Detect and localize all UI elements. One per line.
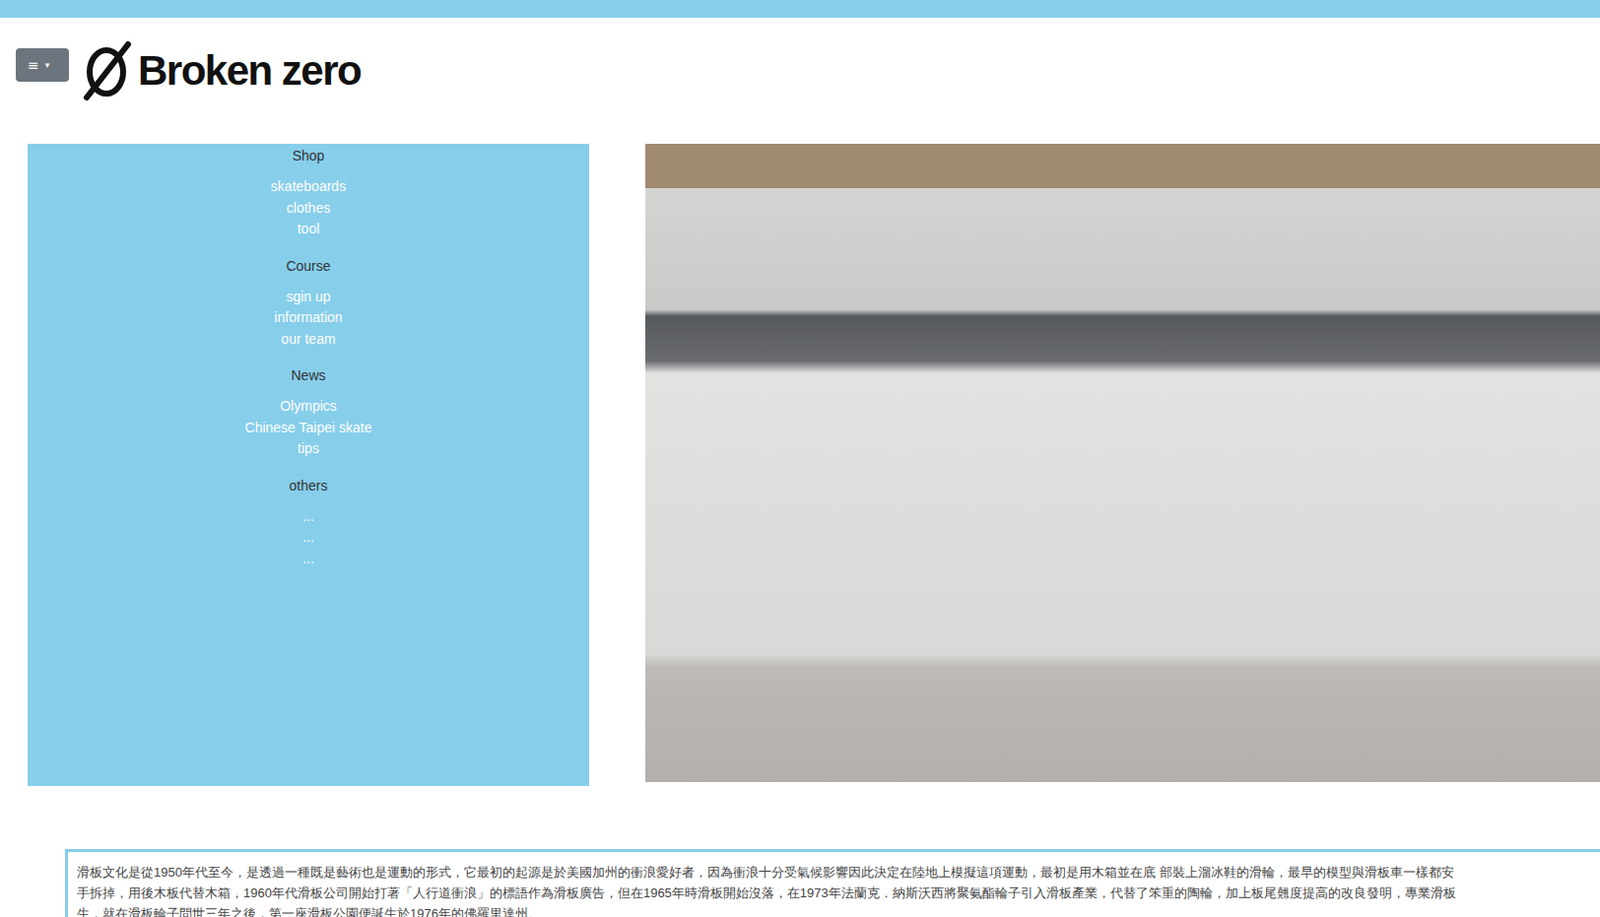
sidebar-item[interactable]: our team xyxy=(280,329,335,351)
header: ≡▾Broken zero xyxy=(0,17,1600,87)
sidebar-heading: News xyxy=(290,365,326,386)
menu-icon: ≡ xyxy=(27,57,40,73)
sidebar-item[interactable]: Olympics xyxy=(279,396,337,418)
article-line: 滑板文化是從1950年代至今，是透過一種既是藝術也是運動的形式，它最初的起源是於… xyxy=(76,862,1600,883)
sidebar-item[interactable]: sgin up xyxy=(285,286,331,309)
caret-icon: ▾ xyxy=(45,60,51,70)
sidebar-items: skateboardsclothestool xyxy=(270,176,346,241)
sidebar-item[interactable]: ... xyxy=(302,527,315,549)
sidebar-item[interactable]: Chinese Taipei skate xyxy=(245,417,373,440)
sidebar-heading: Course xyxy=(285,256,331,276)
brand-name: Broken zero xyxy=(137,47,361,95)
sidebar: Shop skateboardsclothestool Course sgin upi… xyxy=(27,143,590,787)
sidebar-section: News OlympicsChinese Taipei skatetips xyxy=(245,365,373,461)
sidebar-item[interactable]: information xyxy=(273,307,342,330)
sidebar-item[interactable]: skateboards xyxy=(270,176,346,199)
sidebar-items: sgin upinformationour team xyxy=(273,286,342,351)
sidebar-heading: others xyxy=(289,475,329,496)
article-box: 滑板文化是從1950年代至今，是透過一種既是藝術也是運動的形式，它最初的起源是於… xyxy=(65,849,1600,917)
broken-zero-logo-icon xyxy=(78,40,134,102)
sidebar-item[interactable]: ... xyxy=(302,548,315,571)
sidebar-item[interactable]: tool xyxy=(297,218,321,241)
brand[interactable]: Broken zero xyxy=(78,40,361,102)
sidebar-item[interactable]: tips xyxy=(297,438,320,461)
article-line: 手拆掉，用後木板代替木箱，1960年代滑板公司開始打著「人行道衝浪」的標語作為滑… xyxy=(76,882,1600,904)
sidebar-section: others......... xyxy=(289,475,329,571)
page: ≡▾Broken zeroShopskateboardsclothestoolC… xyxy=(0,0,1600,917)
sidebar-item[interactable]: ... xyxy=(302,506,315,529)
sidebar-heading: Shop xyxy=(292,145,326,166)
sidebar-section: Shop skateboardsclothestool xyxy=(270,145,346,241)
menu-button[interactable]: ≡▾ xyxy=(15,48,69,82)
sidebar-items: ......... xyxy=(302,506,315,571)
sidebar-item[interactable]: clothes xyxy=(286,198,331,220)
sidebar-items: OlympicsChinese Taipei skatetips xyxy=(245,396,373,461)
top-bar xyxy=(0,0,1600,18)
article-line: 生，就在滑板輪子問世三年之後，第一座滑板公園便誕生於1976年的佛羅里達州。 xyxy=(76,903,1600,917)
skate-photo xyxy=(645,143,1600,783)
main: Shop skateboardsclothestool Course sgin upi… xyxy=(0,143,1600,787)
sidebar-section: Course sgin upinformationour team xyxy=(273,256,342,351)
